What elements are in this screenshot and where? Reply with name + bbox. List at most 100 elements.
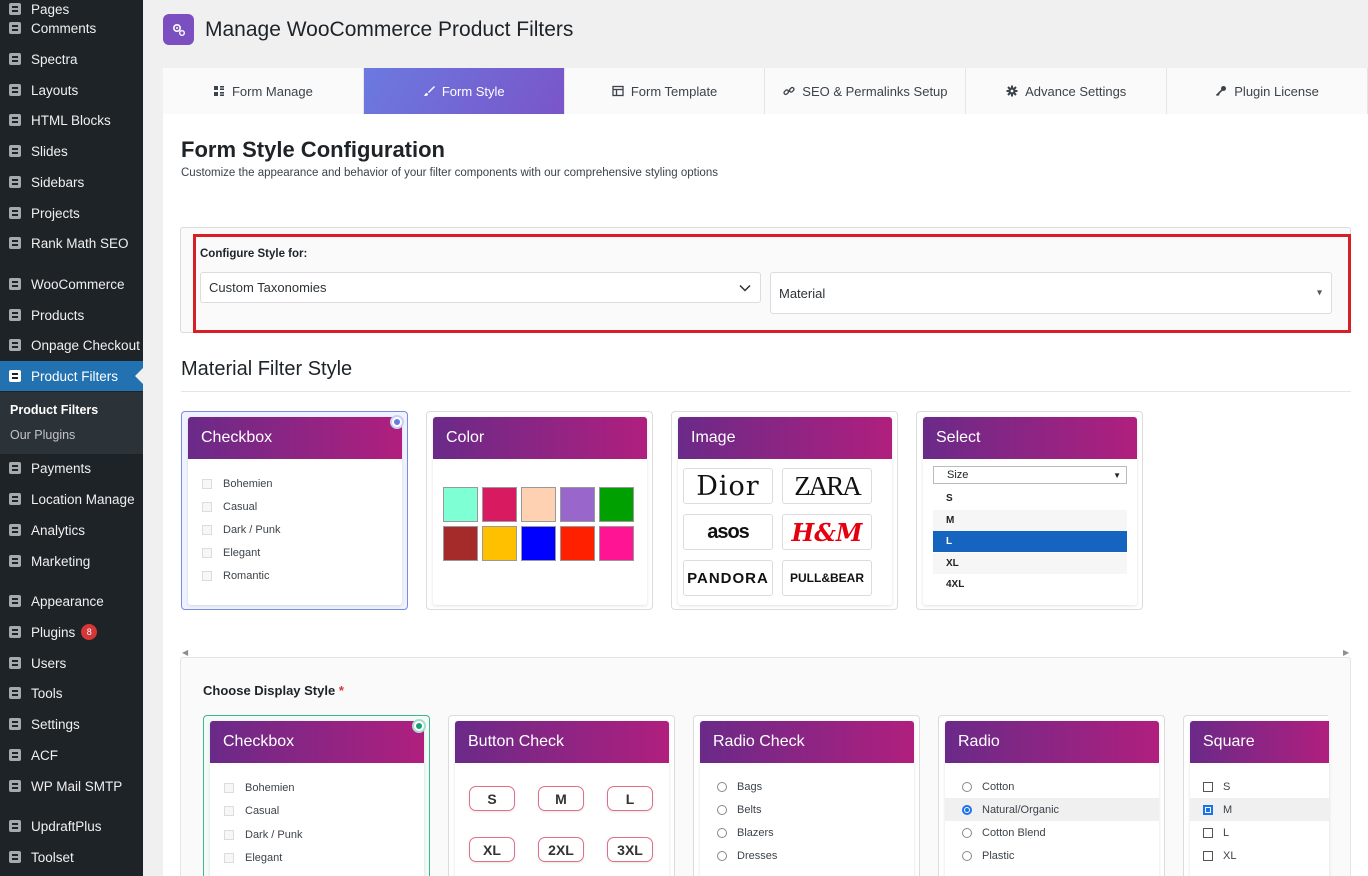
sidebar-item-sidebars[interactable]: Sidebars — [0, 167, 143, 197]
mail-icon — [7, 778, 23, 794]
taxonomy-type-select[interactable]: Custom Taxonomies — [200, 272, 761, 303]
checkbox-icon — [202, 548, 212, 558]
brand-logo-dior: Dior — [683, 468, 773, 504]
admin-sidebar: Pages Comments Spectra Layouts HTML Blocks Sl… — [0, 0, 143, 876]
sidebar-item-toolset[interactable]: Toolset — [0, 842, 143, 872]
sidebar-item-location-manage[interactable]: Location Manage — [0, 484, 143, 514]
option-label: Dark / Punk — [223, 524, 281, 536]
color-swatch — [521, 487, 556, 522]
sidebar-item-analytics[interactable]: Analytics — [0, 515, 143, 545]
option-label: M — [1223, 803, 1233, 816]
tab-form-template[interactable]: Form Template — [564, 68, 766, 114]
sidebar-item-settings[interactable]: Settings — [0, 709, 143, 739]
size-button: 3XL — [607, 837, 653, 862]
tab-form-manage[interactable]: Form Manage — [163, 68, 364, 114]
sidebar-item-label: WooCommerce — [31, 276, 125, 292]
style-card-title: Checkbox — [188, 417, 402, 459]
sidebar-item-onpage-checkout[interactable]: Onpage Checkout — [0, 330, 143, 360]
checkbox-icon — [224, 806, 234, 817]
sidebar-item-label: Product Filters — [31, 368, 119, 384]
sidebar-item-label: HTML Blocks — [31, 112, 111, 128]
tab-form-style[interactable]: Form Style — [363, 68, 565, 114]
option-label: Elegant — [245, 851, 283, 864]
sidebar-item-plugins[interactable]: Plugins 8 — [0, 617, 143, 647]
display-style-label: Choose Display Style * — [203, 683, 344, 698]
checkbox-option: Casual — [202, 501, 257, 513]
configure-style-label: Configure Style for: — [200, 248, 308, 260]
display-card-title: Checkbox — [210, 721, 424, 763]
sidebar-item-acf[interactable]: ACF — [0, 740, 143, 770]
checkbox-option: Romantic — [202, 570, 269, 582]
option-label: Plastic — [982, 850, 1015, 863]
option-label: Cotton — [982, 780, 1015, 793]
option-label: Dark / Punk — [245, 828, 303, 841]
sidebar-item-payments[interactable]: Payments — [0, 453, 143, 483]
radio-option: Belts — [700, 798, 914, 821]
sidebar-item-label: Products — [31, 307, 85, 323]
display-option-square[interactable]: Square S M L XL — [1183, 715, 1329, 876]
sidebar-item-products[interactable]: Products — [0, 300, 143, 330]
checkbox-icon — [202, 479, 212, 489]
style-option-checkbox[interactable]: Checkbox Bohemien Casual Dark / Punk Elegan… — [181, 411, 408, 610]
sidebar-item-label: Layouts — [31, 82, 79, 98]
display-preview: Radio Check Bags Belts Blazers Dresses — [700, 721, 914, 876]
tab-label: Form Manage — [231, 83, 313, 99]
tab-plugin-license[interactable]: Plugin License — [1167, 68, 1368, 114]
checkbox-option: Casual — [224, 805, 279, 817]
sidebar-item-updraftplus[interactable]: UpdraftPlus — [0, 811, 143, 841]
style-option-image[interactable]: Image Dior ZARA asos H&M PANDORA PULL&BE… — [671, 411, 898, 610]
form-manage-icon — [213, 86, 224, 96]
color-swatch — [599, 487, 634, 522]
style-option-color[interactable]: Color — [426, 411, 653, 610]
sidebar-item-tools[interactable]: Tools — [0, 678, 143, 708]
sidebar-item-users[interactable]: Users — [0, 648, 143, 678]
link-icon — [783, 86, 795, 96]
sidebar-item-comments[interactable]: Comments — [0, 13, 143, 43]
sidebar-item-layouts[interactable]: Layouts — [0, 75, 143, 105]
color-swatch — [443, 526, 478, 561]
style-card-title: Image — [678, 417, 892, 459]
size-button: 2XL — [538, 837, 584, 862]
checkbox-icon — [224, 829, 234, 840]
submenu-product-filters[interactable]: Product Filters — [10, 403, 98, 417]
submenu-our-plugins[interactable]: Our Plugins — [10, 428, 75, 442]
option-label: Bags — [737, 780, 763, 793]
radio-icon — [962, 851, 972, 862]
sidebar-item-woocommerce[interactable]: WooCommerce — [0, 269, 143, 299]
display-preview: Checkbox Bohemien Casual Dark / Punk Elegan… — [210, 721, 424, 876]
sidebar-item-wp-mail-smtp[interactable]: WP Mail SMTP — [0, 771, 143, 801]
sidebar-item-appearance[interactable]: Appearance — [0, 586, 143, 616]
display-preview: Radio Cotton Natural/Organic Cotton Blend P… — [945, 721, 1159, 876]
style-option-select[interactable]: Select Size ▼ S M L XL 4XL — [916, 411, 1143, 610]
sidebar-item-label: Analytics — [31, 522, 86, 538]
display-option-radio-check[interactable]: Radio Check Bags Belts Blazers Dresses — [693, 715, 920, 876]
option-label: Dresses — [737, 850, 778, 863]
taxonomy-select-value: Custom Taxonomies — [209, 280, 327, 295]
page-subtitle: Customize the appearance and behavior of… — [181, 167, 718, 179]
tab-seo-permalinks[interactable]: SEO & Permalinks Setup — [765, 68, 967, 114]
display-option-button-check[interactable]: Button Check S M L XL 2XL 3XL — [448, 715, 675, 876]
scroll-left-icon[interactable]: ◀ — [182, 648, 188, 657]
size-select-preview: Size ▼ — [933, 466, 1127, 484]
display-option-checkbox[interactable]: Checkbox Bohemien Casual Dark / Punk Elegan… — [203, 715, 430, 876]
square-check-icon — [1203, 804, 1213, 815]
sidebar-item-marketing[interactable]: Marketing — [0, 546, 143, 576]
html-blocks-icon — [7, 112, 23, 128]
taxonomy-term-select[interactable]: Material ▾ — [770, 272, 1332, 314]
sidebar-item-spectra[interactable]: Spectra — [0, 44, 143, 74]
checkbox-icon — [202, 571, 212, 581]
sidebar-item-slides[interactable]: Slides — [0, 136, 143, 166]
radio-icon — [717, 781, 727, 792]
sidebar-item-projects[interactable]: Projects — [0, 198, 143, 228]
sidebar-item-rank-math-seo[interactable]: Rank Math SEO — [0, 228, 143, 258]
select-option: L — [933, 531, 1127, 552]
sidebar-item-label: Onpage Checkout — [31, 337, 140, 353]
update-count-badge: 8 — [81, 624, 98, 640]
tab-advance-settings[interactable]: Advance Settings — [966, 68, 1168, 114]
page-header-title: Manage WooCommerce Product Filters — [205, 18, 574, 41]
display-option-radio[interactable]: Radio Cotton Natural/Organic Cotton Blend P… — [938, 715, 1165, 876]
sidebar-item-label: Projects — [31, 205, 80, 221]
scroll-right-icon[interactable]: ▶ — [1343, 648, 1349, 657]
sidebar-item-product-filters[interactable]: Product Filters — [0, 361, 143, 391]
sidebar-item-html-blocks[interactable]: HTML Blocks — [0, 105, 143, 135]
